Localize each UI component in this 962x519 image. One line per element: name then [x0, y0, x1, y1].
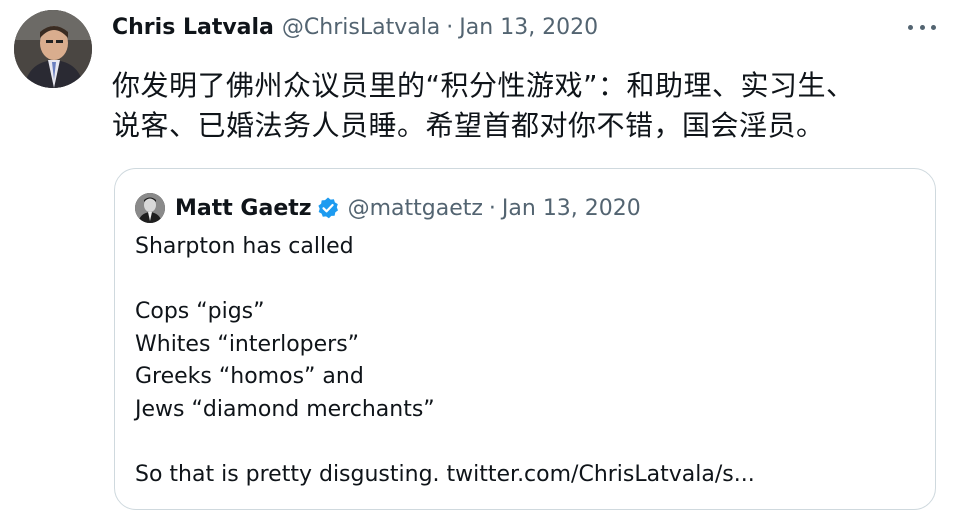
quoted-tweet-date: Jan 13, 2020 — [501, 195, 641, 221]
more-dot — [919, 24, 925, 30]
tweet-card: Chris Latvala @ChrisLatvala · Jan 13, 20… — [0, 0, 962, 519]
quoted-tweet-text: Sharpton has called Cops “pigs” Whites “… — [135, 231, 915, 492]
quoted-text-line — [135, 264, 915, 297]
quoted-author-handle: @mattgaetz — [347, 195, 483, 221]
author-name[interactable]: Chris Latvala — [112, 15, 274, 40]
tweet-text-line: 说客、已婚法务人员睡。希望首都对你不错，国会淫员。 — [112, 109, 825, 142]
quoted-text-line — [135, 427, 915, 460]
quoted-text-line: Sharpton has called — [135, 234, 354, 259]
quoted-text-line: Whites “interlopers” — [135, 331, 360, 357]
more-dot — [908, 24, 913, 30]
tweet-date[interactable]: Jan 13, 2020 — [459, 15, 598, 40]
quoted-text-line: Greeks “homos” and — [135, 364, 364, 390]
quoted-tweet[interactable]: Matt Gaetz @mattgaetz · Jan 13, 2020 Sha… — [114, 168, 936, 510]
verified-badge-icon — [316, 196, 340, 220]
quoted-avatar-photo — [135, 193, 165, 223]
quoted-tweet-header: Matt Gaetz @mattgaetz · Jan 13, 2020 — [135, 191, 641, 225]
author-handle[interactable]: @ChrisLatvala — [282, 15, 440, 40]
quoted-author-name: Matt Gaetz — [175, 195, 312, 221]
separator-dot: · — [446, 14, 454, 40]
more-dot — [931, 24, 936, 30]
avatar[interactable] — [14, 10, 92, 88]
more-icon[interactable] — [908, 17, 936, 37]
quoted-text-line: So that is pretty disgusting. twitter.co… — [135, 462, 755, 488]
quoted-text-line: Jews “diamond merchants” — [135, 396, 435, 422]
avatar-photo — [14, 10, 92, 88]
tweet-text-line: 你发明了佛州众议员里的“积分性游戏”：和助理、实习生、 — [112, 69, 855, 102]
tweet-text: 你发明了佛州众议员里的“积分性游戏”：和助理、实习生、 说客、已婚法务人员睡。希… — [112, 66, 922, 146]
quoted-avatar — [135, 193, 165, 223]
tweet-header: Chris Latvala @ChrisLatvala · Jan 13, 20… — [112, 10, 598, 44]
quoted-text-line: Cops “pigs” — [135, 299, 265, 325]
separator-dot: · — [488, 195, 496, 221]
